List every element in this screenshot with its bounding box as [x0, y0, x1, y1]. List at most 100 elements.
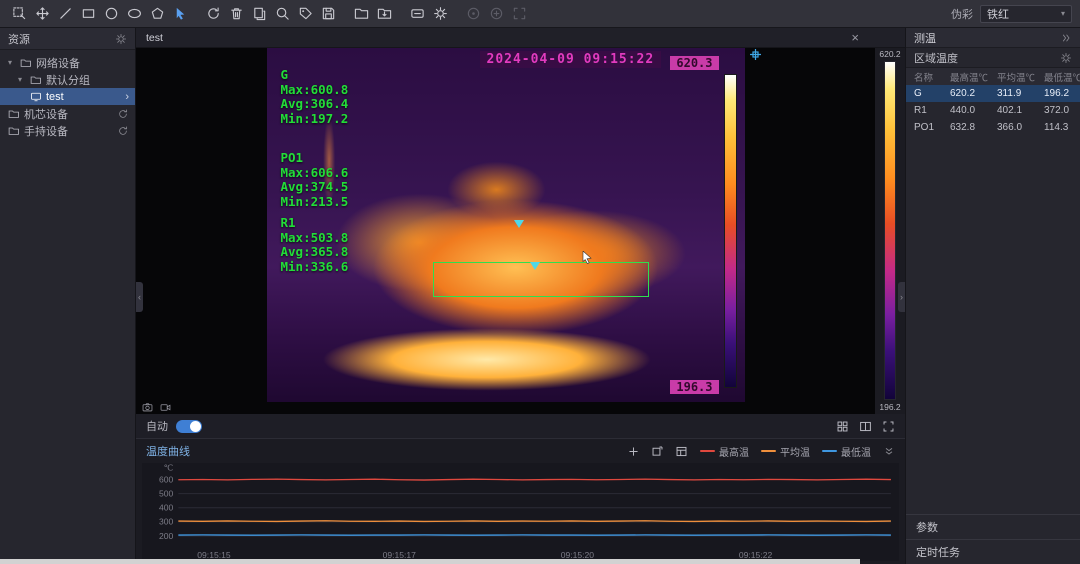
section-label: 定时任务 [916, 544, 960, 560]
panel-collapse-handle[interactable]: › [898, 282, 905, 312]
copy-button[interactable] [248, 3, 270, 25]
folder-open-button[interactable] [350, 3, 372, 25]
region-avg: Avg:306.4 [281, 97, 349, 112]
grid-view-icon[interactable] [836, 420, 849, 433]
section-scheduled-tasks[interactable]: 定时任务 [906, 539, 1080, 564]
table-row[interactable]: PO1 632.8 366.0 114.3 [906, 119, 1080, 136]
spot-marker-icon[interactable] [530, 262, 540, 270]
cell-min: 114.3 [1044, 122, 1080, 133]
pointer-tool-button[interactable] [169, 3, 191, 25]
sidebar-item-default-group[interactable]: ▾ 默认分组 [0, 71, 135, 88]
sidebar-item-network-devices[interactable]: ▾ 网络设备 [0, 54, 135, 71]
section-label: 参数 [916, 519, 938, 535]
crosshair-icon [749, 48, 762, 66]
snapshot-icon[interactable] [651, 445, 664, 458]
cell-name: R1 [914, 105, 950, 116]
table-row[interactable]: R1 440.0 402.1 372.0 [906, 102, 1080, 119]
line-tool-button[interactable] [54, 3, 76, 25]
cell-name: G [914, 88, 950, 99]
folder-icon [8, 108, 20, 120]
circle-tool-button[interactable] [100, 3, 122, 25]
add-icon[interactable] [627, 445, 640, 458]
refresh-button[interactable] [117, 125, 129, 137]
legend-item-avg[interactable]: 平均温 [761, 444, 810, 459]
refresh-icon [117, 125, 129, 137]
save-button[interactable] [317, 3, 339, 25]
thermal-image[interactable]: G Max:600.8 Avg:306.4 Min:197.2 PO1 Max:… [267, 48, 745, 402]
sidebar-item-handheld-devices[interactable]: 手持设备 [0, 122, 135, 139]
add-circle-button[interactable] [485, 3, 507, 25]
table-icon[interactable] [675, 445, 688, 458]
chevron-down-icon: ▾ [1061, 9, 1065, 18]
gear-icon [1060, 52, 1072, 64]
section-parameters[interactable]: 参数 [906, 514, 1080, 539]
legend-item-max[interactable]: 最高温 [700, 444, 749, 459]
sidebar-item-test-device[interactable]: test › [0, 88, 135, 105]
region-settings-button[interactable] [1060, 52, 1072, 64]
delete-button[interactable] [225, 3, 247, 25]
panel-collapse-button[interactable] [1060, 32, 1072, 44]
sidebar-collapse-handle[interactable]: ‹ [136, 282, 143, 312]
save-icon [321, 6, 336, 21]
circle-dot-button[interactable] [462, 3, 484, 25]
temperature-line-chart: 200300400500600℃09:15:1509:15:1709:15:20… [142, 463, 899, 561]
chevrons-down-icon[interactable] [883, 445, 895, 457]
refresh-icon [117, 108, 129, 120]
sidebar-item-core-devices[interactable]: 机芯设备 [0, 105, 135, 122]
zoom-button[interactable] [271, 3, 293, 25]
ellipse-tool-button[interactable] [123, 3, 145, 25]
rect-tool-button[interactable] [77, 3, 99, 25]
cell-avg: 311.9 [997, 88, 1044, 99]
chart-legend: 最高温 平均温 最低温 [700, 444, 871, 459]
tree-item-label: test [46, 91, 64, 103]
cell-avg: 366.0 [997, 122, 1044, 133]
refresh-button[interactable] [117, 108, 129, 120]
spot-marker-icon[interactable] [514, 220, 524, 228]
move-tool-icon [35, 6, 50, 21]
sidebar-settings-button[interactable] [115, 33, 127, 45]
fullscreen-icon[interactable] [882, 420, 895, 433]
cell-max: 620.2 [950, 88, 997, 99]
circle-tool-icon [104, 6, 119, 21]
pseudo-color-select[interactable]: 铁红 ▾ [980, 5, 1072, 23]
cell-min: 372.0 [1044, 105, 1080, 116]
replay-button[interactable] [202, 3, 224, 25]
region-min: Min:197.2 [281, 112, 349, 127]
tab-close-button[interactable]: × [851, 31, 859, 44]
move-tool-button[interactable] [31, 3, 53, 25]
chart-body: 200300400500600℃09:15:1509:15:1709:15:20… [142, 463, 899, 561]
measurement-region-rect[interactable] [433, 262, 649, 297]
thermal-canvas[interactable]: G Max:600.8 Avg:306.4 Min:197.2 PO1 Max:… [136, 48, 875, 414]
scale-max-label: 620.2 [879, 49, 900, 59]
tag-button[interactable] [294, 3, 316, 25]
cell-min: 196.2 [1044, 88, 1080, 99]
folder-import-button[interactable] [373, 3, 395, 25]
region-table-header: 名称 最高温℃ 平均温℃ 最低温℃ [906, 68, 1080, 85]
region-temp-section-header: 区域温度 [906, 48, 1080, 68]
auto-toggle[interactable] [176, 420, 202, 433]
svg-text:600: 600 [159, 475, 174, 485]
video-icon[interactable] [160, 402, 171, 413]
canvas-tools [142, 402, 171, 413]
settings-button[interactable] [429, 3, 451, 25]
measure-header: 测温 [906, 28, 1080, 48]
split-view-icon[interactable] [859, 420, 872, 433]
legend-item-min[interactable]: 最低温 [822, 444, 871, 459]
tab-test[interactable]: test [146, 32, 163, 44]
image-row: G Max:600.8 Avg:306.4 Min:197.2 PO1 Max:… [136, 48, 905, 414]
auto-label: 自动 [146, 418, 168, 434]
sidebar-title: 资源 [8, 31, 30, 47]
expand-button[interactable] [508, 3, 530, 25]
label-icon [410, 6, 425, 21]
camera-icon[interactable] [142, 402, 153, 413]
folder-icon [30, 74, 42, 86]
pseudo-color-label: 伪彩 [951, 6, 973, 22]
folder-icon [8, 125, 20, 137]
polygon-tool-button[interactable] [146, 3, 168, 25]
label-button[interactable] [406, 3, 428, 25]
svg-text:℃: ℃ [164, 463, 174, 472]
table-row[interactable]: G 620.2 311.9 196.2 [906, 85, 1080, 102]
caret-down-icon: ▾ [8, 58, 16, 67]
select-tool-button[interactable] [8, 3, 30, 25]
bottom-scrollbar[interactable] [0, 559, 860, 564]
